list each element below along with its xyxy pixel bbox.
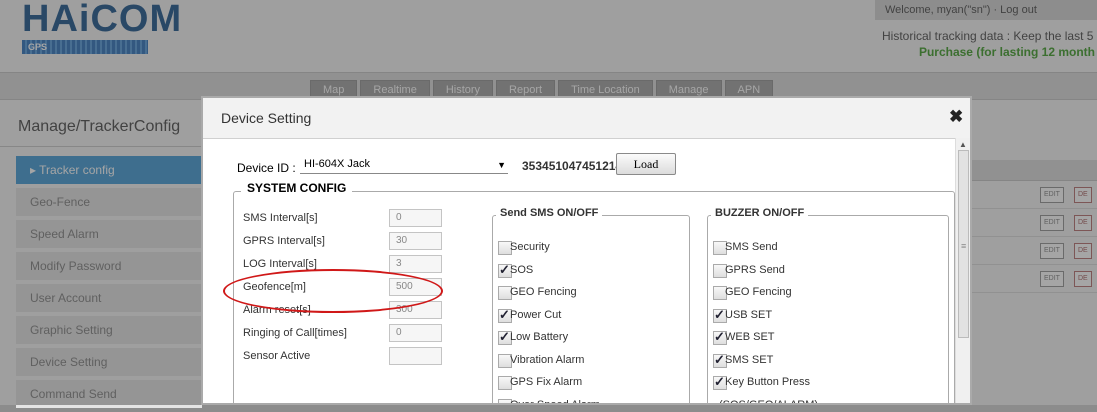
checkbox-label: Over Speed Alarm bbox=[510, 398, 600, 405]
config-label: Geofence[m] bbox=[243, 281, 306, 293]
checkbox-label: Low Battery bbox=[510, 331, 569, 343]
checkbox-label: SOS bbox=[510, 263, 534, 276]
checkbox-label: SMS SET bbox=[725, 353, 774, 366]
checkbox-label: Power Cut bbox=[510, 308, 562, 321]
sensor-active-input[interactable] bbox=[389, 347, 442, 365]
log-interval-input[interactable]: 3 bbox=[389, 255, 442, 273]
device-id-select[interactable]: HI-604X Jack ▼ bbox=[300, 156, 508, 174]
config-label: SMS Interval[s] bbox=[243, 212, 318, 224]
load-button[interactable]: Load bbox=[616, 153, 676, 175]
config-label: LOG Interval[s] bbox=[243, 258, 317, 270]
device-setting-dialog: Device Setting ✖ ▲ ≡ Device ID : HI-604X… bbox=[201, 96, 972, 405]
device-imei: 353451047451214 bbox=[522, 159, 623, 173]
config-label: GPRS Interval[s] bbox=[243, 235, 325, 247]
dialog-title: Device Setting bbox=[221, 110, 312, 126]
gprs-interval-input[interactable]: 30 bbox=[389, 232, 442, 250]
config-row-sensor-active: Sensor Active bbox=[243, 347, 442, 367]
checkbox-label: GEO Fencing bbox=[725, 286, 792, 298]
config-row-geofence: Geofence[m] 500 bbox=[243, 278, 442, 298]
checkbox-label: GPS Fix Alarm bbox=[510, 376, 583, 388]
checkbox-label: Vibration Alarm bbox=[510, 353, 585, 366]
send-sms-legend: Send SMS ON/OFF bbox=[496, 207, 603, 219]
scroll-thumb[interactable]: ≡ bbox=[958, 150, 969, 338]
alarm-reset-input[interactable]: 300 bbox=[389, 301, 442, 319]
config-row-log-interval: LOG Interval[s] 3 bbox=[243, 255, 442, 275]
dialog-scrollbar[interactable]: ▲ ≡ bbox=[955, 138, 970, 403]
close-icon[interactable]: ✖ bbox=[949, 108, 963, 125]
config-label: Ringing of Call[times] bbox=[243, 327, 347, 339]
scroll-up-icon[interactable]: ▲ bbox=[959, 140, 967, 149]
checkbox-label: USB SET bbox=[725, 308, 773, 321]
checkbox-label: Security bbox=[510, 241, 550, 253]
checkbox-label: (SOS/GEO/ALARM) bbox=[719, 398, 819, 405]
checkbox-label: WEB SET bbox=[725, 331, 775, 343]
sms-interval-input[interactable]: 0 bbox=[389, 209, 442, 227]
buzzer-legend: BUZZER ON/OFF bbox=[711, 207, 809, 219]
config-row-gprs-interval: GPRS Interval[s] 30 bbox=[243, 232, 442, 252]
device-id-label: Device ID : bbox=[237, 161, 296, 175]
config-label: Sensor Active bbox=[243, 350, 311, 362]
checkbox-label: SMS Send bbox=[725, 241, 778, 253]
config-row-alarm-reset: Alarm reset[s] 300 bbox=[243, 301, 442, 321]
config-label: Alarm reset[s] bbox=[243, 304, 311, 316]
geofence-input[interactable]: 500 bbox=[389, 278, 442, 296]
checkbox-label: GEO Fencing bbox=[510, 286, 577, 298]
config-row-sms-interval: SMS Interval[s] 0 bbox=[243, 209, 442, 229]
grip-icon: ≡ bbox=[961, 241, 967, 251]
config-row-ringing-of-call: Ringing of Call[times] 0 bbox=[243, 324, 442, 344]
checkbox-label: GPRS Send bbox=[725, 263, 785, 276]
checkbox-label: Key Button Press bbox=[725, 376, 810, 388]
dialog-titlebar: Device Setting ✖ bbox=[203, 98, 970, 139]
chevron-down-icon: ▼ bbox=[497, 160, 506, 170]
system-config-legend: SYSTEM CONFIG bbox=[241, 181, 353, 195]
ringing-of-call-input[interactable]: 0 bbox=[389, 324, 442, 342]
device-id-value: HI-604X Jack bbox=[304, 158, 371, 170]
